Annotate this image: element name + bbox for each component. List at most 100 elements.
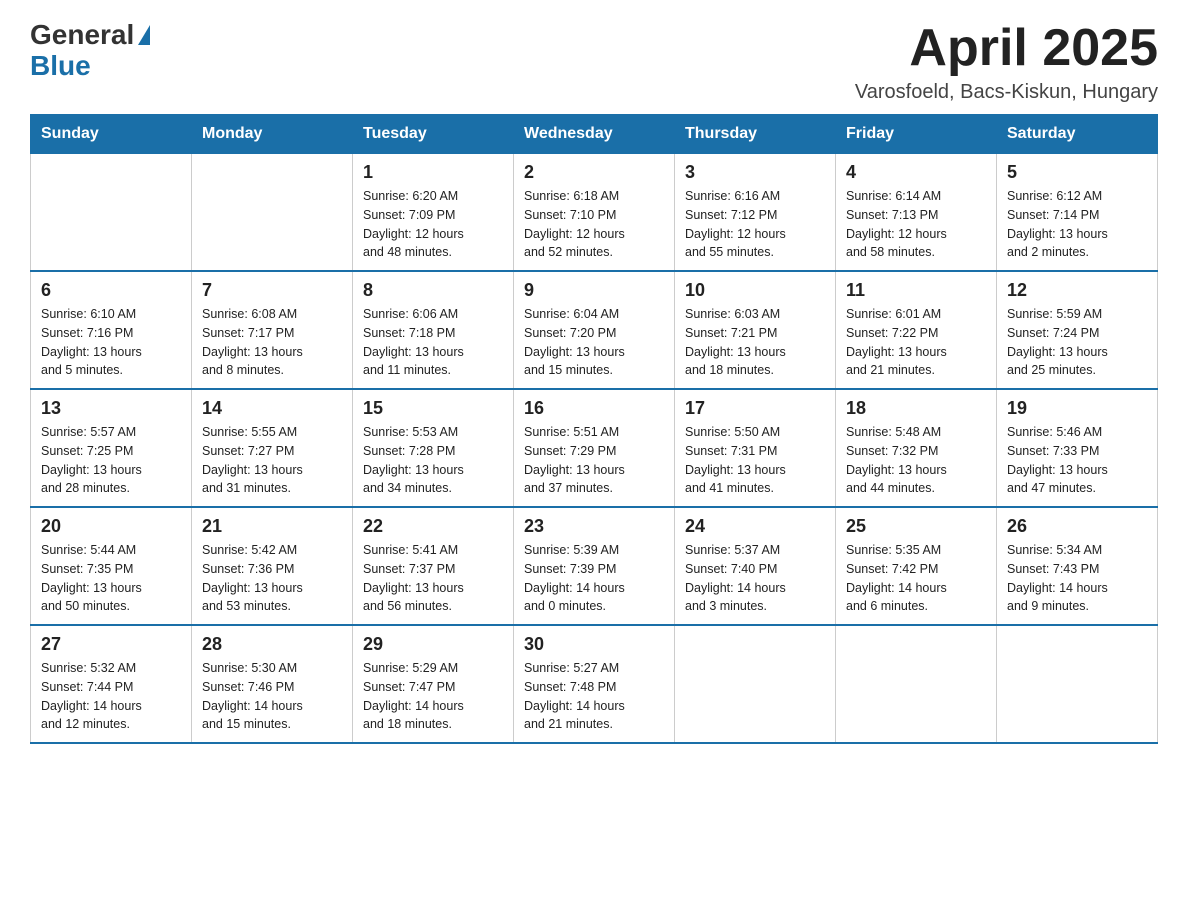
- day-info: Sunrise: 6:06 AM Sunset: 7:18 PM Dayligh…: [363, 305, 503, 380]
- weekday-header-tuesday: Tuesday: [353, 115, 514, 154]
- day-info: Sunrise: 5:29 AM Sunset: 7:47 PM Dayligh…: [363, 659, 503, 734]
- calendar-cell: [31, 154, 192, 272]
- calendar-cell: 14 Sunrise: 5:55 AM Sunset: 7:27 PM Dayli…: [192, 389, 353, 507]
- day-number: 22: [363, 516, 503, 537]
- weekday-header-row: SundayMondayTuesdayWednesdayThursdayFrid…: [31, 115, 1158, 154]
- calendar-week-1: 1 Sunrise: 6:20 AM Sunset: 7:09 PM Daylig…: [31, 154, 1158, 272]
- calendar-cell: 28 Sunrise: 5:30 AM Sunset: 7:46 PM Dayli…: [192, 625, 353, 743]
- calendar-week-5: 27Sunrise: 5:32 AM Sunset: 7:44 PM Dayli…: [31, 625, 1158, 743]
- day-info: Sunrise: 6:08 AM Sunset: 7:17 PM Dayligh…: [202, 305, 342, 380]
- weekday-header-monday: Monday: [192, 115, 353, 154]
- calendar-cell: 15 Sunrise: 5:53 AM Sunset: 7:28 PM Dayli…: [353, 389, 514, 507]
- calendar-cell: 19Sunrise: 5:46 AM Sunset: 7:33 PM Dayli…: [997, 389, 1158, 507]
- day-info: Sunrise: 5:30 AM Sunset: 7:46 PM Dayligh…: [202, 659, 342, 734]
- calendar-cell: 11Sunrise: 6:01 AM Sunset: 7:22 PM Dayli…: [836, 271, 997, 389]
- calendar-cell: [836, 625, 997, 743]
- calendar-cell: 17 Sunrise: 5:50 AM Sunset: 7:31 PM Dayli…: [675, 389, 836, 507]
- day-number: 15: [363, 398, 503, 419]
- logo-general-text: General: [30, 20, 134, 51]
- day-info: Sunrise: 5:35 AM Sunset: 7:42 PM Dayligh…: [846, 541, 986, 616]
- calendar-cell: 9 Sunrise: 6:04 AM Sunset: 7:20 PM Daylig…: [514, 271, 675, 389]
- calendar-cell: 5Sunrise: 6:12 AM Sunset: 7:14 PM Daylig…: [997, 154, 1158, 272]
- calendar-cell: [675, 625, 836, 743]
- calendar-cell: 7 Sunrise: 6:08 AM Sunset: 7:17 PM Daylig…: [192, 271, 353, 389]
- calendar-week-4: 20Sunrise: 5:44 AM Sunset: 7:35 PM Dayli…: [31, 507, 1158, 625]
- day-info: Sunrise: 5:37 AM Sunset: 7:40 PM Dayligh…: [685, 541, 825, 616]
- day-number: 26: [1007, 516, 1147, 537]
- weekday-header-sunday: Sunday: [31, 115, 192, 154]
- day-info: Sunrise: 6:03 AM Sunset: 7:21 PM Dayligh…: [685, 305, 825, 380]
- calendar-cell: 27Sunrise: 5:32 AM Sunset: 7:44 PM Dayli…: [31, 625, 192, 743]
- day-number: 28: [202, 634, 342, 655]
- day-number: 12: [1007, 280, 1147, 301]
- day-number: 29: [363, 634, 503, 655]
- day-number: 9: [524, 280, 664, 301]
- day-info: Sunrise: 5:42 AM Sunset: 7:36 PM Dayligh…: [202, 541, 342, 616]
- calendar-cell: 24 Sunrise: 5:37 AM Sunset: 7:40 PM Dayli…: [675, 507, 836, 625]
- day-info: Sunrise: 5:50 AM Sunset: 7:31 PM Dayligh…: [685, 423, 825, 498]
- calendar-cell: 3Sunrise: 6:16 AM Sunset: 7:12 PM Daylig…: [675, 154, 836, 272]
- logo-blue-text: Blue: [30, 51, 91, 82]
- calendar-cell: 21 Sunrise: 5:42 AM Sunset: 7:36 PM Dayli…: [192, 507, 353, 625]
- calendar-cell: 22 Sunrise: 5:41 AM Sunset: 7:37 PM Dayli…: [353, 507, 514, 625]
- day-info: Sunrise: 5:55 AM Sunset: 7:27 PM Dayligh…: [202, 423, 342, 498]
- calendar-cell: 1 Sunrise: 6:20 AM Sunset: 7:09 PM Daylig…: [353, 154, 514, 272]
- day-info: Sunrise: 5:27 AM Sunset: 7:48 PM Dayligh…: [524, 659, 664, 734]
- day-info: Sunrise: 6:16 AM Sunset: 7:12 PM Dayligh…: [685, 187, 825, 262]
- calendar-cell: 4Sunrise: 6:14 AM Sunset: 7:13 PM Daylig…: [836, 154, 997, 272]
- day-number: 25: [846, 516, 986, 537]
- calendar-cell: 12 Sunrise: 5:59 AM Sunset: 7:24 PM Dayli…: [997, 271, 1158, 389]
- day-number: 11: [846, 280, 986, 301]
- day-number: 23: [524, 516, 664, 537]
- day-info: Sunrise: 6:12 AM Sunset: 7:14 PM Dayligh…: [1007, 187, 1147, 262]
- calendar-cell: 25 Sunrise: 5:35 AM Sunset: 7:42 PM Dayli…: [836, 507, 997, 625]
- day-info: Sunrise: 5:48 AM Sunset: 7:32 PM Dayligh…: [846, 423, 986, 498]
- day-info: Sunrise: 5:34 AM Sunset: 7:43 PM Dayligh…: [1007, 541, 1147, 616]
- day-info: Sunrise: 6:04 AM Sunset: 7:20 PM Dayligh…: [524, 305, 664, 380]
- day-number: 16: [524, 398, 664, 419]
- day-number: 18: [846, 398, 986, 419]
- calendar-cell: 16 Sunrise: 5:51 AM Sunset: 7:29 PM Dayli…: [514, 389, 675, 507]
- day-number: 10: [685, 280, 825, 301]
- weekday-header-wednesday: Wednesday: [514, 115, 675, 154]
- day-number: 4: [846, 162, 986, 183]
- calendar-cell: 29 Sunrise: 5:29 AM Sunset: 7:47 PM Dayli…: [353, 625, 514, 743]
- day-number: 1: [363, 162, 503, 183]
- calendar-cell: 2 Sunrise: 6:18 AM Sunset: 7:10 PM Daylig…: [514, 154, 675, 272]
- day-info: Sunrise: 5:41 AM Sunset: 7:37 PM Dayligh…: [363, 541, 503, 616]
- day-number: 14: [202, 398, 342, 419]
- day-info: Sunrise: 5:53 AM Sunset: 7:28 PM Dayligh…: [363, 423, 503, 498]
- calendar-cell: 13Sunrise: 5:57 AM Sunset: 7:25 PM Dayli…: [31, 389, 192, 507]
- calendar-cell: 30 Sunrise: 5:27 AM Sunset: 7:48 PM Dayli…: [514, 625, 675, 743]
- day-number: 30: [524, 634, 664, 655]
- page-subtitle: Varosfoeld, Bacs-Kiskun, Hungary: [855, 81, 1158, 104]
- day-info: Sunrise: 6:20 AM Sunset: 7:09 PM Dayligh…: [363, 187, 503, 262]
- calendar-cell: 6Sunrise: 6:10 AM Sunset: 7:16 PM Daylig…: [31, 271, 192, 389]
- weekday-header-thursday: Thursday: [675, 115, 836, 154]
- calendar-week-3: 13Sunrise: 5:57 AM Sunset: 7:25 PM Dayli…: [31, 389, 1158, 507]
- day-info: Sunrise: 5:46 AM Sunset: 7:33 PM Dayligh…: [1007, 423, 1147, 498]
- day-info: Sunrise: 5:39 AM Sunset: 7:39 PM Dayligh…: [524, 541, 664, 616]
- calendar-cell: 23 Sunrise: 5:39 AM Sunset: 7:39 PM Dayli…: [514, 507, 675, 625]
- calendar-week-2: 6Sunrise: 6:10 AM Sunset: 7:16 PM Daylig…: [31, 271, 1158, 389]
- day-number: 7: [202, 280, 342, 301]
- day-number: 2: [524, 162, 664, 183]
- day-info: Sunrise: 6:18 AM Sunset: 7:10 PM Dayligh…: [524, 187, 664, 262]
- logo-triangle-icon: [138, 25, 150, 45]
- weekday-header-saturday: Saturday: [997, 115, 1158, 154]
- day-number: 8: [363, 280, 503, 301]
- calendar-cell: 20Sunrise: 5:44 AM Sunset: 7:35 PM Dayli…: [31, 507, 192, 625]
- day-number: 13: [41, 398, 181, 419]
- day-number: 17: [685, 398, 825, 419]
- day-number: 24: [685, 516, 825, 537]
- day-number: 20: [41, 516, 181, 537]
- day-number: 27: [41, 634, 181, 655]
- day-info: Sunrise: 5:59 AM Sunset: 7:24 PM Dayligh…: [1007, 305, 1147, 380]
- logo: General Blue: [30, 20, 150, 82]
- calendar-cell: 26 Sunrise: 5:34 AM Sunset: 7:43 PM Dayli…: [997, 507, 1158, 625]
- title-block: April 2025 Varosfoeld, Bacs-Kiskun, Hung…: [855, 20, 1158, 104]
- calendar-cell: 18 Sunrise: 5:48 AM Sunset: 7:32 PM Dayli…: [836, 389, 997, 507]
- day-info: Sunrise: 5:51 AM Sunset: 7:29 PM Dayligh…: [524, 423, 664, 498]
- page-title: April 2025: [855, 20, 1158, 77]
- day-number: 21: [202, 516, 342, 537]
